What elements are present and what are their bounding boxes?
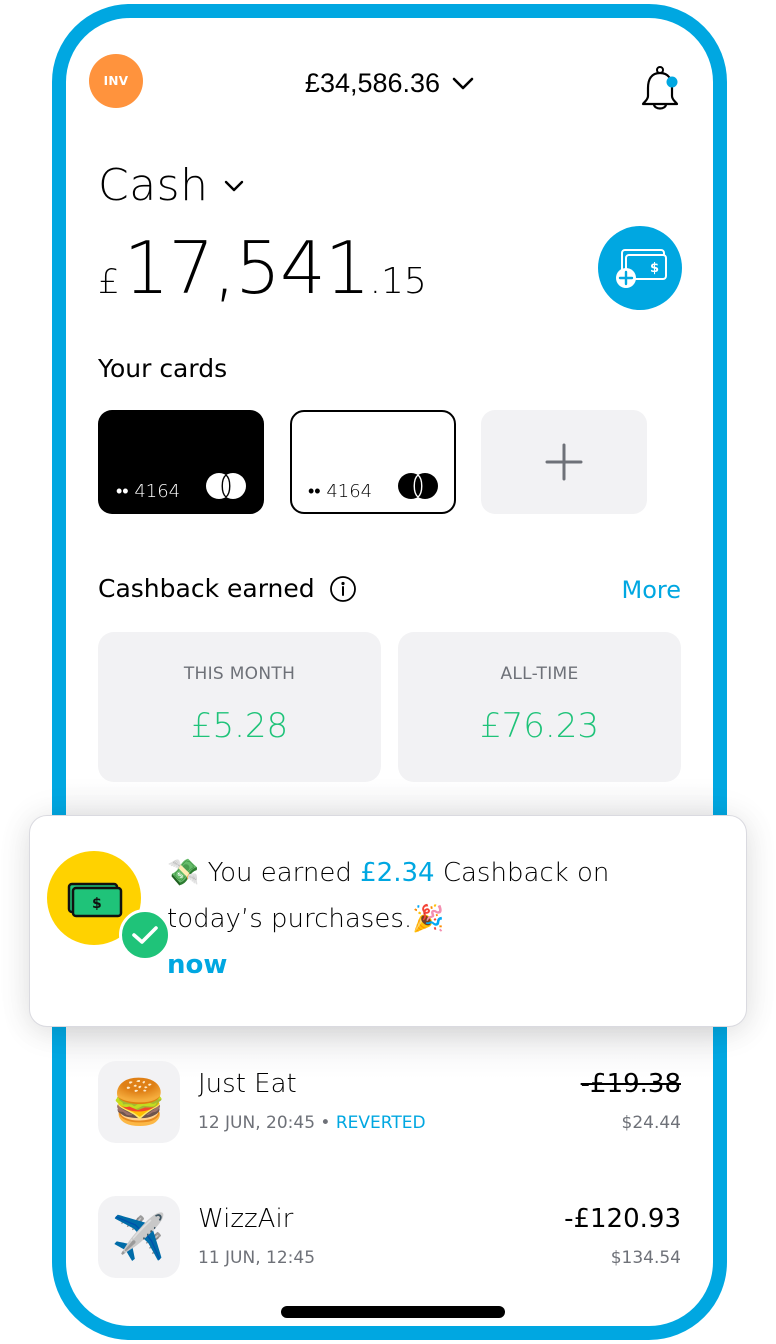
transaction-row[interactable]: 🍔 Just Eat 12 JUN, 20:45 • REVERTED -£19… [98,1061,681,1147]
toast-message: 💸 You earned £2.34 Cashback on today’s p… [167,850,707,942]
money-with-wings-icon: 💸 [167,858,200,888]
plus-icon [545,443,583,481]
total-balance-value: £34,586.36 [304,68,441,98]
cashback-label: THIS MONTH [183,664,296,684]
add-card-button[interactable] [481,410,647,514]
card-black[interactable]: •• 4164 [98,410,264,514]
home-indicator[interactable] [281,1306,505,1318]
transaction-amount: -£120.93 [564,1204,681,1234]
account-balance: £ 17,541 .15 [98,226,427,310]
transaction-row[interactable]: ✈️ WizzAir 11 JUN, 12:45 -£120.93 $134.5… [98,1196,681,1282]
total-balance-selector[interactable]: £34,586.36 [66,68,713,99]
transaction-meta: 12 JUN, 20:45 • REVERTED [198,1113,426,1133]
balance-integer: 17,541 [123,226,371,310]
cashback-title-text: Cashback earned [98,574,315,603]
chevron-down-icon [452,77,474,89]
balance-currency: £ [98,262,120,302]
transaction-status: REVERTED [335,1113,426,1133]
merchant-name: Just Eat [198,1069,297,1099]
checkmark-icon [132,926,158,944]
cashback-label: ALL-TIME [500,664,579,684]
transaction-meta: 11 JUN, 12:45 [198,1248,315,1268]
bell-icon[interactable] [638,64,684,116]
mastercard-icon [206,473,246,499]
balance-decimal: .15 [369,261,427,302]
transaction-date: 11 JUN, 12:45 [198,1248,316,1268]
toast-timestamp: now [167,950,228,980]
cashback-more-link[interactable]: More [622,576,682,604]
account-name: Cash [98,160,209,211]
burger-icon: 🍔 [98,1061,180,1143]
notification-dot [666,76,678,88]
cashback-value: £5.28 [190,706,289,746]
cards-section-title: Your cards [98,354,228,383]
transaction-original-amount: $24.44 [621,1113,681,1133]
cashback-this-month: THIS MONTH £5.28 [98,632,381,782]
add-money-button[interactable]: $ [598,226,682,310]
info-icon[interactable] [329,575,357,603]
svg-text:$: $ [650,261,659,276]
transaction-original-amount: $134.54 [610,1248,681,1268]
transaction-date: 12 JUN, 20:45 [198,1113,316,1133]
meta-separator: • [315,1113,336,1133]
cashback-notification-toast[interactable]: $ 💸 You earned £2.34 Cashback on today’s… [29,815,747,1027]
card-number: •• 4164 [116,481,181,502]
transaction-amount: -£19.38 [580,1069,681,1099]
check-badge [119,909,171,961]
phone-frame: INV £34,586.36 Cash £ 17,541 .15 $ Your … [52,4,727,1340]
merchant-name: WizzAir [198,1204,294,1234]
toast-icon: $ [47,851,171,961]
home-screen: INV £34,586.36 Cash £ 17,541 .15 $ Your … [66,18,713,1326]
add-cash-icon: $ [616,249,667,288]
cashback-value: £76.23 [480,706,599,746]
cashback-section-title: Cashback earned [98,574,357,603]
party-popper-icon: 🎉 [412,904,445,934]
toast-amount: £2.34 [360,858,435,888]
svg-text:$: $ [92,896,102,912]
chevron-down-icon [224,180,243,191]
airplane-icon: ✈️ [98,1196,180,1278]
mastercard-icon [398,473,438,499]
card-number: •• 4164 [308,481,373,502]
cashback-all-time: ALL-TIME £76.23 [398,632,681,782]
account-selector[interactable]: Cash [98,160,245,211]
toast-text-before: You earned [199,858,361,888]
card-white[interactable]: •• 4164 [290,410,456,514]
